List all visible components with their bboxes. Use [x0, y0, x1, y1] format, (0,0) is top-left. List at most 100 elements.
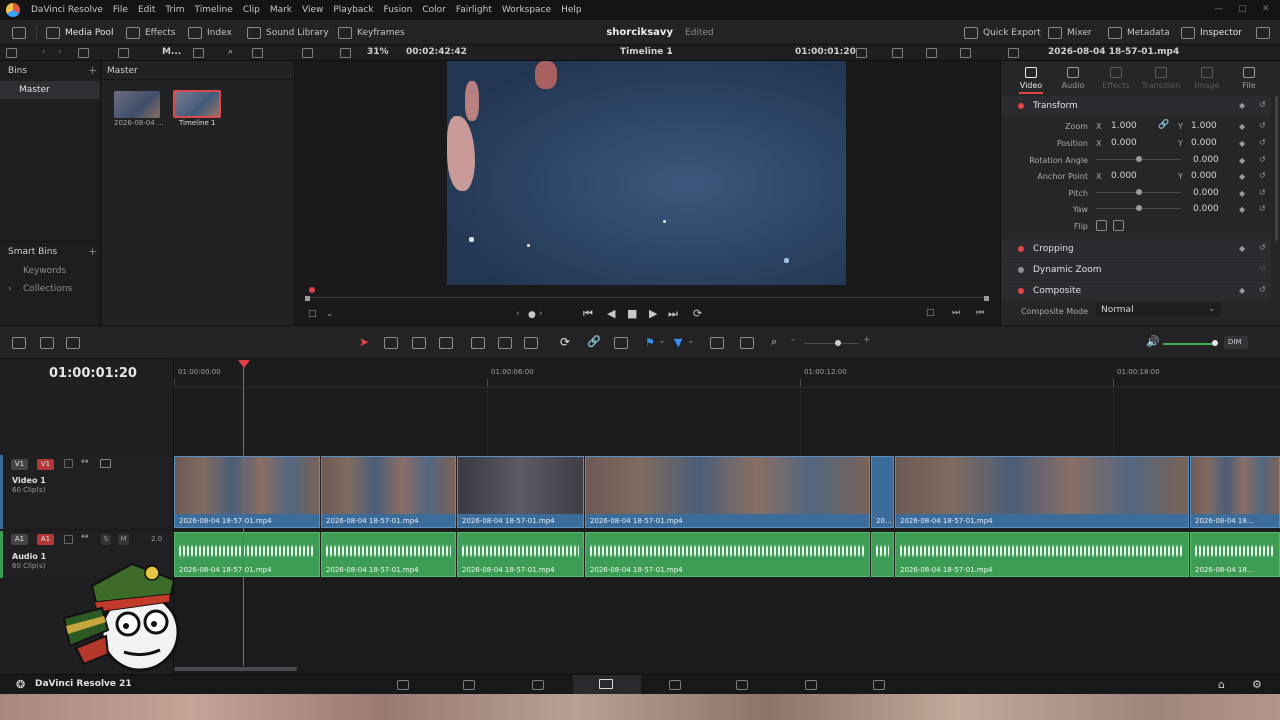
keyframe-icon[interactable]: ◆: [1239, 244, 1245, 253]
bin-item-master[interactable]: Master: [0, 81, 100, 99]
flip-horizontal-icon[interactable]: [1096, 220, 1107, 231]
link-icon[interactable]: 🔗: [1158, 120, 1169, 130]
menu-view[interactable]: View: [297, 5, 328, 15]
lock-icon[interactable]: [614, 337, 628, 349]
smart-bin-collections[interactable]: Collections: [23, 284, 72, 294]
composite-mode-select[interactable]: Normal ⌄: [1096, 303, 1221, 317]
snapping-icon[interactable]: ⟳: [560, 335, 570, 349]
transform-section-header[interactable]: Transform: [1001, 96, 1271, 116]
pitch-slider-knob[interactable]: [1136, 189, 1142, 195]
effects-button[interactable]: Effects: [126, 20, 176, 45]
gear-icon[interactable]: ⚙: [1252, 678, 1262, 691]
panel-toggle-button[interactable]: [12, 20, 26, 45]
reset-icon[interactable]: ↺: [1259, 100, 1266, 109]
cropping-section-header[interactable]: Cropping: [1001, 239, 1271, 259]
chevron-down-icon[interactable]: ⌄: [687, 336, 695, 346]
dim-button[interactable]: DIM: [1224, 336, 1248, 349]
media-pool-button[interactable]: Media Pool: [46, 20, 114, 45]
menu-edit[interactable]: Edit: [133, 5, 160, 15]
menu-clip[interactable]: Clip: [238, 5, 265, 15]
timeline-name[interactable]: Timeline 1: [620, 47, 673, 57]
audio-clip[interactable]: 2026-08-04 18-57-01.mp4: [895, 532, 1189, 577]
keyframe-icon[interactable]: ◆: [1239, 101, 1245, 110]
stop-icon[interactable]: ■: [627, 307, 637, 320]
playhead-handle-icon[interactable]: [238, 360, 250, 368]
sound-library-button[interactable]: Sound Library: [247, 20, 329, 45]
position-y-field[interactable]: 0.000: [1191, 138, 1217, 148]
grid-view-icon[interactable]: [193, 48, 204, 58]
go-to-start-icon[interactable]: ⏮: [583, 307, 593, 321]
inspector-button[interactable]: Inspector: [1181, 20, 1242, 45]
audio-clip[interactable]: [871, 532, 894, 577]
toolbar-options-button[interactable]: [1256, 20, 1270, 45]
edit-page-icon[interactable]: [532, 680, 544, 690]
playhead[interactable]: [243, 361, 244, 666]
custom-zoom-icon[interactable]: ⌕: [771, 335, 777, 349]
timeline-empty-area[interactable]: [174, 578, 1280, 674]
tab-video[interactable]: Video: [1011, 67, 1051, 90]
pitch-field[interactable]: 0.000: [1193, 188, 1219, 198]
jog-right-icon[interactable]: ›: [539, 309, 543, 319]
chevron-down-icon[interactable]: ⌄: [326, 309, 334, 319]
keyframe-icon[interactable]: ◆: [1239, 205, 1245, 214]
timeline-current-timecode[interactable]: 01:00:01:20: [49, 366, 137, 381]
microphone-icon[interactable]: [66, 337, 80, 349]
audio-clip[interactable]: 2026-08-04 18-57-01.mp4: [585, 532, 870, 577]
sort-icon[interactable]: [118, 48, 129, 58]
volume-slider[interactable]: [1163, 343, 1215, 345]
lock-track-icon[interactable]: [64, 535, 73, 544]
video-preview[interactable]: [447, 61, 846, 285]
menu-color[interactable]: Color: [417, 5, 451, 15]
quick-export-button[interactable]: Quick Export: [964, 20, 1041, 45]
zoom-x-field[interactable]: 1.000: [1111, 121, 1137, 131]
inspector-scrollbar[interactable]: [1275, 96, 1278, 241]
tab-audio[interactable]: Audio: [1053, 67, 1093, 90]
home-icon[interactable]: ⌂: [1218, 678, 1225, 691]
video-clip[interactable]: 2026-08-04 18-57-01.mp4: [321, 456, 456, 528]
video-clip[interactable]: 20...: [871, 456, 894, 528]
safe-area-icon[interactable]: [892, 48, 903, 58]
auto-select-icon[interactable]: ↔: [81, 457, 89, 467]
menu-workspace[interactable]: Workspace: [497, 5, 556, 15]
menu-trim[interactable]: Trim: [160, 5, 189, 15]
yaw-slider-knob[interactable]: [1136, 205, 1142, 211]
trim-tool-icon[interactable]: [384, 337, 398, 349]
back-icon[interactable]: ‹: [42, 47, 46, 57]
bin-view-icon[interactable]: [78, 48, 89, 58]
audio-scrub-icon[interactable]: [960, 48, 971, 58]
enable-toggle-icon[interactable]: [1018, 246, 1024, 252]
menu-fusion[interactable]: Fusion: [379, 5, 418, 15]
audio-clip[interactable]: 2026-08-04 18-57-01.mp4: [174, 532, 320, 577]
go-to-end-icon[interactable]: ⏭: [668, 307, 678, 321]
reset-icon[interactable]: ↺: [1259, 138, 1266, 147]
chevron-right-icon[interactable]: ›: [8, 284, 12, 294]
marker-icon[interactable]: ▼: [674, 336, 682, 349]
prev-edit-icon[interactable]: ⏮: [976, 308, 984, 318]
solo-button[interactable]: S: [101, 534, 111, 545]
enable-toggle-icon[interactable]: [1018, 103, 1024, 109]
viewer-mode-icon[interactable]: [302, 48, 313, 58]
tab-transition[interactable]: Transition: [1141, 67, 1181, 90]
reset-icon[interactable]: ↺: [1259, 204, 1266, 213]
media-clip-thumbnail[interactable]: [114, 91, 160, 118]
video-clip[interactable]: 2026-08-04 18...: [1190, 456, 1280, 528]
reset-icon[interactable]: ↺: [1259, 171, 1266, 180]
flip-vertical-icon[interactable]: [1113, 220, 1124, 231]
flag-icon[interactable]: ⚑: [645, 336, 655, 349]
tab-effects[interactable]: Effects: [1096, 67, 1136, 90]
zoom-level[interactable]: 31%: [367, 47, 389, 57]
index-button[interactable]: Index: [188, 20, 232, 45]
menu-timeline[interactable]: Timeline: [190, 5, 238, 15]
menu-playback[interactable]: Playback: [328, 5, 378, 15]
forward-icon[interactable]: ›: [58, 47, 62, 57]
loop-icon[interactable]: ⟳: [693, 307, 702, 320]
enable-toggle-icon[interactable]: [1018, 288, 1024, 294]
audio-source-badge[interactable]: A1: [11, 534, 28, 545]
audio-destination-badge[interactable]: A1: [37, 534, 54, 545]
add-bin-icon[interactable]: +: [88, 64, 97, 77]
reset-icon[interactable]: ↺: [1259, 188, 1266, 197]
match-frame-icon[interactable]: □: [926, 308, 935, 318]
blade-tool-icon[interactable]: [412, 337, 426, 349]
timeline-horizontal-scrollbar[interactable]: [174, 667, 297, 671]
play-icon[interactable]: ▶: [649, 307, 657, 320]
